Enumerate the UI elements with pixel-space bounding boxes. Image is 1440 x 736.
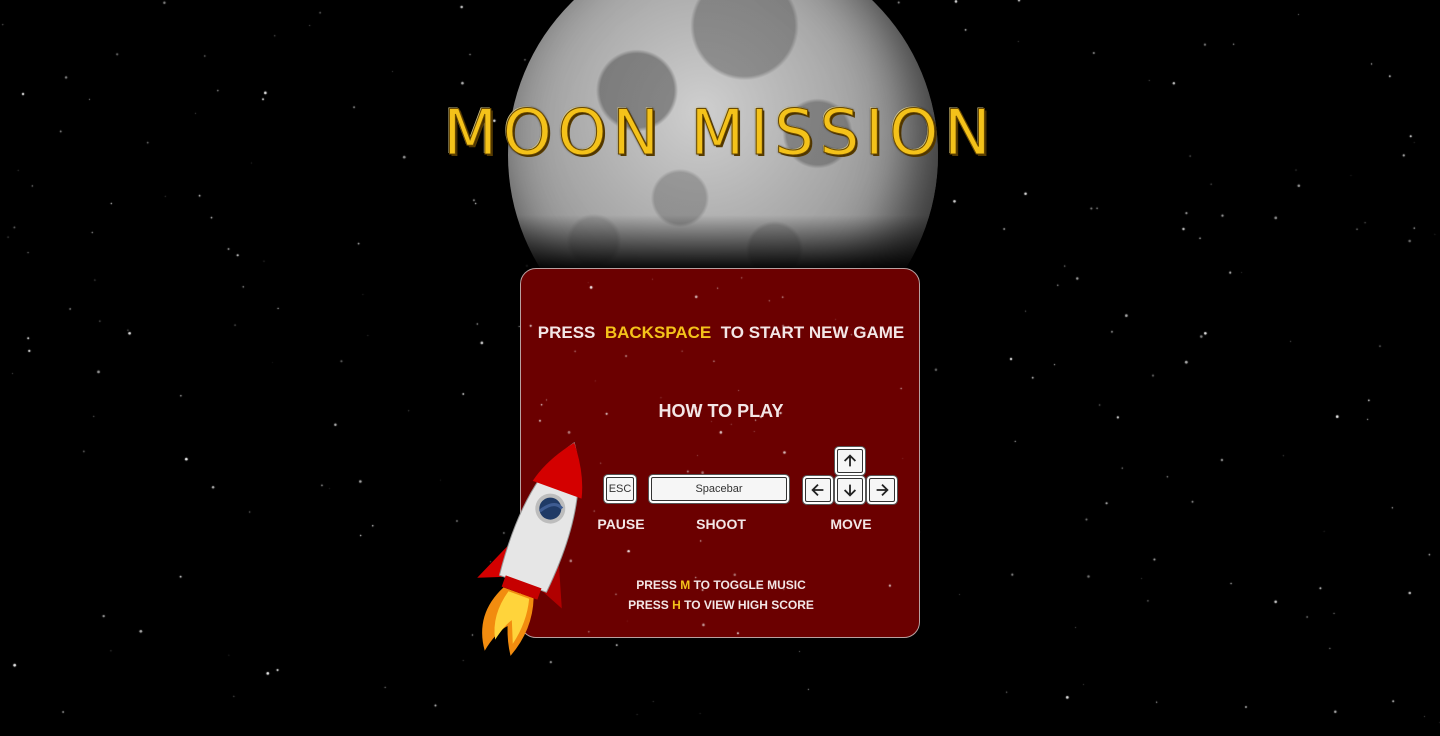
move-label: MOVE xyxy=(830,516,872,532)
highscore-hint-suffix: TO VIEW HIGH SCORE xyxy=(684,598,814,612)
esc-key: ESC xyxy=(606,477,634,501)
arrow-left-icon xyxy=(811,483,824,497)
spacebar-key: Spacebar xyxy=(651,477,787,501)
arrow-up-key xyxy=(837,449,863,473)
arrow-up-icon xyxy=(843,454,857,467)
start-suffix: TO START NEW GAME xyxy=(720,323,905,342)
highscore-hint-prefix: PRESS xyxy=(628,598,669,612)
music-hint-key: M xyxy=(680,578,691,592)
arrow-right-key xyxy=(869,478,895,502)
highscore-hint-key: H xyxy=(672,598,681,612)
start-prefix: PRESS xyxy=(537,323,596,342)
how-to-play-heading: HOW TO PLAY xyxy=(658,401,784,421)
game-title: MOON MISSION xyxy=(443,96,997,170)
music-hint-suffix: TO TOGGLE MUSIC xyxy=(693,578,806,592)
arrow-down-icon xyxy=(843,484,857,497)
rocket-icon xyxy=(477,441,583,656)
start-key: BACKSPACE xyxy=(604,323,712,342)
arrow-left-key xyxy=(805,478,831,502)
music-hint-prefix: PRESS xyxy=(636,578,677,592)
shoot-label: SHOOT xyxy=(696,516,746,532)
arrow-down-key xyxy=(837,478,863,502)
arrow-right-icon xyxy=(876,483,889,497)
start-instruction: PRESS BACKSPACE TO START NEW GAME xyxy=(521,323,921,343)
